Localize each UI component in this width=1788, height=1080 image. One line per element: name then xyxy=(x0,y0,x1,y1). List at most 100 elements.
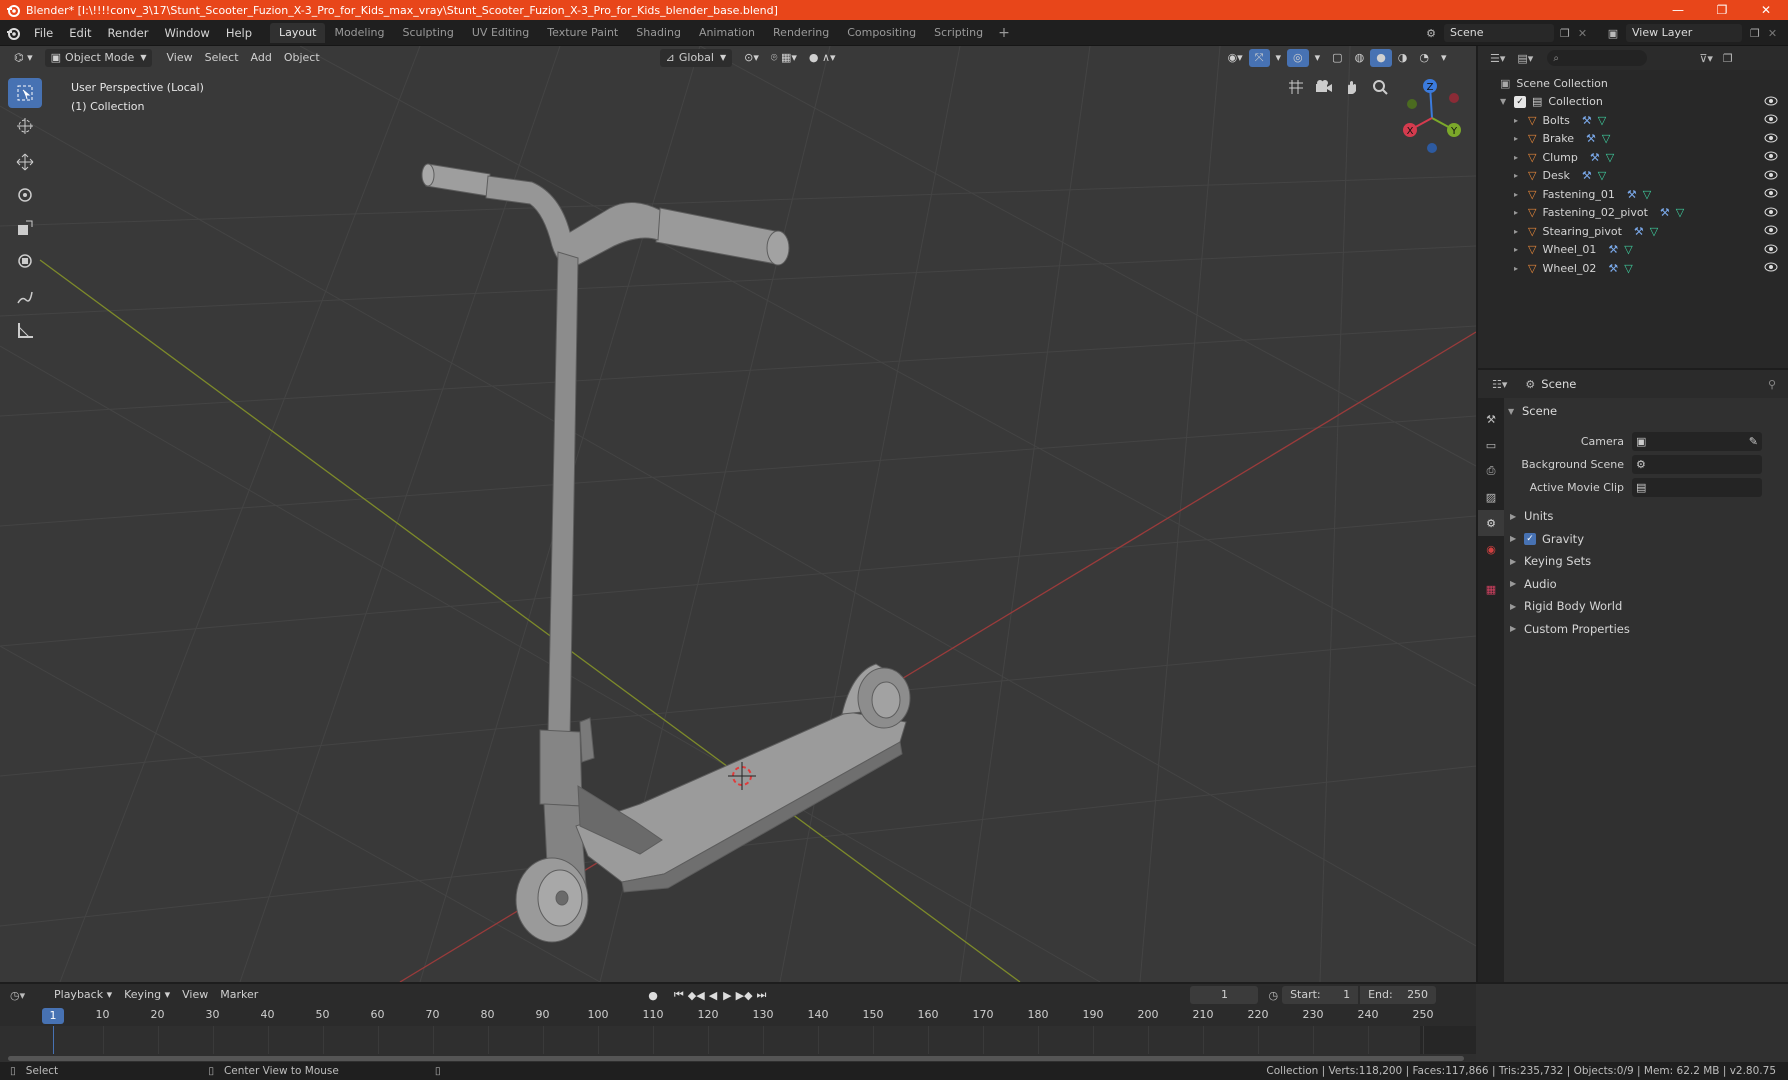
tool-props-icon[interactable]: ⚒ xyxy=(1478,406,1504,432)
mesh-data-icon[interactable]: ▽ xyxy=(1643,188,1651,201)
timeline-area[interactable] xyxy=(0,1026,1476,1064)
mesh-data-icon[interactable]: ▽ xyxy=(1598,169,1606,182)
pivot-point-icon[interactable]: ⊙▾ xyxy=(738,49,765,67)
visibility-icon[interactable]: ◉▾ xyxy=(1222,49,1249,67)
background-scene-field[interactable]: ⚙ xyxy=(1632,455,1762,474)
view-layer-props-icon[interactable]: ▨ xyxy=(1478,484,1504,510)
cursor-tool-icon[interactable] xyxy=(8,111,42,141)
mesh-data-icon[interactable]: ▽ xyxy=(1650,225,1658,238)
tab-shading[interactable]: Shading xyxy=(627,23,690,43)
scene-props-tab-icon[interactable]: ⚙ xyxy=(1478,510,1504,536)
menu-keying[interactable]: Keying ▾ xyxy=(118,986,176,1004)
orientation-gizmo[interactable]: Z Y X xyxy=(1392,76,1472,156)
mesh-data-icon[interactable]: ▽ xyxy=(1606,151,1614,164)
gravity-checkbox[interactable]: ✓ xyxy=(1524,532,1536,545)
expand-arrow-icon[interactable]: ▸ xyxy=(1514,208,1528,217)
preview-range-icon[interactable]: ◷ xyxy=(1268,989,1278,1002)
tab-sculpting[interactable]: Sculpting xyxy=(394,23,463,43)
transform-tool-icon[interactable] xyxy=(8,246,42,276)
menu-render[interactable]: Render xyxy=(100,20,157,46)
snap-icon[interactable]: ⌾ ▦▾ xyxy=(765,49,803,67)
play-reverse-button[interactable]: ◀ xyxy=(709,989,717,1002)
tab-layout[interactable]: Layout xyxy=(270,22,326,43)
rendered-shading-icon[interactable]: ◔ xyxy=(1413,49,1435,67)
audio-panel[interactable]: ▶ Audio xyxy=(1504,573,1788,596)
custom-properties-panel[interactable]: ▶ Custom Properties xyxy=(1504,618,1788,641)
tab-uv-editing[interactable]: UV Editing xyxy=(463,23,538,43)
expand-arrow-icon[interactable]: ▸ xyxy=(1514,245,1528,254)
menu-edit[interactable]: Edit xyxy=(61,20,99,46)
new-collection-icon[interactable]: ❐ xyxy=(1723,52,1733,65)
modifier-wrench-icon[interactable]: ⚒ xyxy=(1590,151,1600,164)
gizmo-toggle-icon[interactable]: ⤧ xyxy=(1248,49,1270,67)
restore-button[interactable]: ❐ xyxy=(1700,0,1744,20)
close-window-button[interactable]: ✕ xyxy=(1744,0,1788,20)
material-shading-icon[interactable]: ◑ xyxy=(1392,49,1414,67)
units-panel[interactable]: ▶ Units xyxy=(1504,505,1788,528)
eyedropper-icon[interactable]: ✎ xyxy=(1749,435,1758,448)
annotate-tool-icon[interactable] xyxy=(8,282,42,312)
scale-tool-icon[interactable] xyxy=(8,213,42,243)
outliner-object-row[interactable]: ▸ ▽ Bolts ⚒ ▽ xyxy=(1478,111,1788,130)
jump-end-button[interactable]: ⏭ xyxy=(757,988,767,1002)
outliner-object-row[interactable]: ▸ ▽ Wheel_02 ⚒ ▽ xyxy=(1478,259,1788,278)
delete-scene-icon[interactable]: ✕ xyxy=(1578,27,1587,40)
modifier-wrench-icon[interactable]: ⚒ xyxy=(1582,169,1592,182)
eye-icon[interactable] xyxy=(1764,262,1778,275)
modifier-wrench-icon[interactable]: ⚒ xyxy=(1660,206,1670,219)
eye-icon[interactable] xyxy=(1764,188,1778,201)
rotate-tool-icon[interactable] xyxy=(8,180,42,210)
expand-arrow-icon[interactable]: ▸ xyxy=(1514,264,1528,273)
outliner-object-row[interactable]: ▸ ▽ Brake ⚒ ▽ xyxy=(1478,130,1788,149)
output-props-icon[interactable]: ⎙ xyxy=(1478,458,1504,484)
modifier-wrench-icon[interactable]: ⚒ xyxy=(1608,262,1618,275)
eye-icon[interactable] xyxy=(1764,244,1778,257)
editor-type-icon[interactable]: ⌬ ▾ xyxy=(8,49,39,67)
play-button[interactable]: ▶ xyxy=(723,989,731,1002)
properties-editor-icon[interactable]: ☷▾ xyxy=(1492,378,1507,391)
mesh-data-icon[interactable]: ▽ xyxy=(1624,243,1632,256)
view-layer-selector[interactable]: ▣ View Layer ❐ ✕ xyxy=(1600,23,1786,43)
menu-add[interactable]: Add xyxy=(245,49,278,67)
blender-menu-icon[interactable] xyxy=(0,26,26,40)
outliner-editor-icon[interactable]: ☰▾ xyxy=(1490,52,1505,65)
timeline-ruler[interactable]: 1 10 20 30 40 50 60 70 80 90 100 110 120 130 140 150 160… xyxy=(0,1006,1476,1026)
proportional-edit-icon[interactable]: ● ∧▾ xyxy=(803,49,842,67)
modifier-wrench-icon[interactable]: ⚒ xyxy=(1608,243,1618,256)
outliner-object-row[interactable]: ▸ ▽ Stearing_pivot ⚒ ▽ xyxy=(1478,222,1788,241)
3d-viewport[interactable]: ⌬ ▾ ▣ Object Mode ▼ View Select Add Obje… xyxy=(0,46,1476,982)
transform-orientation-dropdown[interactable]: ⊿ Global ▼ xyxy=(659,49,733,67)
texture-props-icon[interactable]: ▦ xyxy=(1478,576,1504,602)
eye-icon[interactable] xyxy=(1764,96,1778,109)
scene-panel-header[interactable]: ▼ Scene xyxy=(1504,400,1788,422)
end-frame-field[interactable]: End: 250 xyxy=(1360,986,1437,1004)
display-mode-icon[interactable]: ▤▾ xyxy=(1517,52,1533,65)
minimize-button[interactable]: — xyxy=(1656,0,1700,20)
toggle-ortho-icon[interactable] xyxy=(1282,74,1310,100)
view-layer-field[interactable]: View Layer xyxy=(1626,24,1742,42)
eye-icon[interactable] xyxy=(1764,133,1778,146)
delete-view-layer-icon[interactable]: ✕ xyxy=(1768,27,1777,40)
gizmo-dropdown-icon[interactable]: ▾ xyxy=(1270,49,1288,67)
camera-view-icon[interactable] xyxy=(1310,74,1338,100)
outliner-object-row[interactable]: ▸ ▽ Fastening_02_pivot ⚒ ▽ xyxy=(1478,204,1788,223)
expand-arrow-icon[interactable]: ▸ xyxy=(1514,134,1528,143)
camera-field[interactable]: ▣ ✎ xyxy=(1632,432,1762,451)
scene-name-field[interactable]: Scene xyxy=(1444,24,1554,42)
current-frame-indicator[interactable]: 1 xyxy=(42,1008,64,1024)
viewport-scene[interactable] xyxy=(0,46,1476,982)
keying-sets-panel[interactable]: ▶ Keying Sets xyxy=(1504,550,1788,573)
new-scene-icon[interactable]: ❐ xyxy=(1560,27,1570,40)
outliner-object-row[interactable]: ▸ ▽ Desk ⚒ ▽ xyxy=(1478,167,1788,186)
outliner-object-row[interactable]: ▸ ▽ Clump ⚒ ▽ xyxy=(1478,148,1788,167)
next-keyframe-button[interactable]: ▶◆ xyxy=(736,989,753,1002)
scene-collection-row[interactable]: ▣ Scene Collection xyxy=(1478,74,1788,93)
prev-keyframe-button[interactable]: ◆◀ xyxy=(688,989,705,1002)
outliner-search-field[interactable]: ⌕ xyxy=(1547,50,1648,66)
world-props-icon[interactable]: ◉ xyxy=(1478,536,1504,562)
modifier-wrench-icon[interactable]: ⚒ xyxy=(1627,188,1637,201)
expand-arrow-icon[interactable]: ▸ xyxy=(1514,171,1528,180)
timeline-editor-icon[interactable]: ◷▾ xyxy=(10,989,40,1002)
mesh-data-icon[interactable]: ▽ xyxy=(1598,114,1606,127)
expand-arrow-icon[interactable]: ▸ xyxy=(1514,227,1528,236)
